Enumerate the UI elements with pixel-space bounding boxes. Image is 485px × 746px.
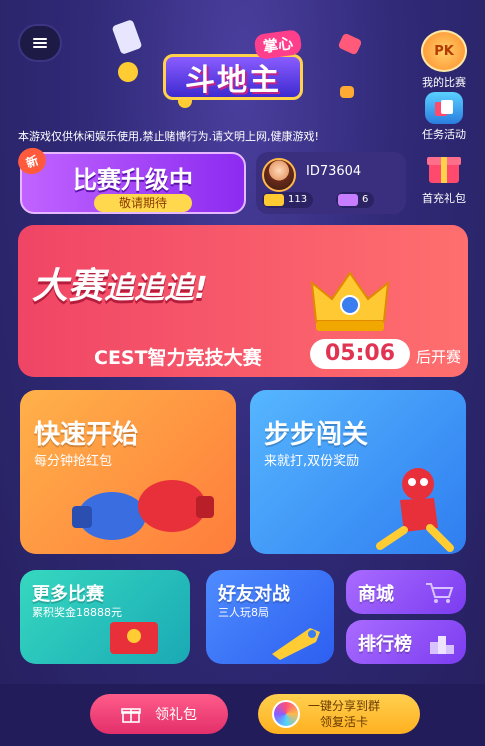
rocket-icon	[272, 628, 320, 660]
share-button[interactable]: 一键分享到群 领复活卡	[258, 694, 420, 734]
avatar	[262, 158, 296, 192]
quick-start-card[interactable]: 快速开始 每分钟抢红包	[20, 390, 236, 554]
countdown-timer: 05:06	[310, 339, 410, 369]
red-envelope-icon	[110, 622, 158, 654]
game-lobby: 斗地主 掌心 PK 我的比赛 任务活动 首充礼包 本游戏仅供休闲娱乐使用,禁止赌…	[0, 0, 485, 746]
more-matches-title: 更多比赛	[32, 584, 104, 605]
friend-battle-subtitle: 三人玩8局	[218, 606, 269, 619]
ticket-icon	[338, 194, 358, 206]
my-matches-button[interactable]: PK 我的比赛	[416, 30, 472, 90]
cart-icon	[426, 583, 454, 603]
pk-icon-text: PK	[434, 43, 454, 59]
shop-title: 商城	[358, 584, 394, 605]
pk-icon: PK	[421, 30, 467, 72]
my-matches-label: 我的比赛	[422, 76, 466, 89]
banner-title-suffix: 追追追!	[104, 271, 208, 306]
upgrade-title: 比赛升级中	[73, 166, 193, 194]
gold-value: 113	[288, 194, 308, 205]
health-notice: 本游戏仅供休闲娱乐使用,禁止赌博行为.请文明上网,健康游戏!	[18, 130, 319, 143]
logo-title: 斗地主	[163, 54, 303, 100]
coin-decoration	[118, 62, 138, 82]
hamburger-icon	[33, 36, 47, 50]
friend-battle-card[interactable]: 好友对战 三人玩8局	[206, 570, 334, 664]
player-id: ID73604	[306, 164, 362, 179]
tournament-banner[interactable]: 大赛追追追! CEST智力竞技大赛 05:06 后开赛	[18, 225, 468, 377]
friend-battle-title: 好友对战	[218, 584, 290, 605]
step-challenge-subtitle: 来就打,双份奖励	[264, 454, 360, 469]
gift-icon	[121, 708, 141, 723]
ticket-stat: 6	[336, 192, 375, 208]
claim-gift-button[interactable]: 领礼包	[90, 694, 228, 734]
quick-start-subtitle: 每分钟抢红包	[34, 454, 113, 469]
ticket-value: 6	[362, 194, 369, 205]
countdown-suffix: 后开赛	[416, 348, 462, 366]
camera-aperture-icon	[272, 700, 300, 728]
banner-title: 大赛追追追!	[32, 257, 208, 309]
runner-character-icon	[376, 468, 454, 552]
shop-card[interactable]: 商城	[346, 570, 466, 614]
boxing-gloves-icon	[72, 480, 214, 540]
gold-icon	[264, 194, 284, 206]
match-upgrade-card[interactable]: 新 比赛升级中 敬请期待	[14, 143, 246, 214]
ranking-card[interactable]: 排行榜	[346, 620, 466, 664]
game-logo: 斗地主 掌心	[155, 24, 315, 110]
more-matches-card[interactable]: 更多比赛 累积奖金18888元	[20, 570, 190, 664]
banner-title-prefix: 大赛	[32, 266, 105, 307]
crown-icon	[310, 271, 390, 331]
share-line-2: 领复活卡	[320, 715, 369, 729]
event-name: CEST智力竞技大赛	[94, 347, 262, 369]
card-decoration	[340, 86, 354, 98]
podium-icon	[430, 636, 454, 654]
card-decoration	[337, 32, 363, 56]
share-line-1: 一键分享到群	[308, 699, 381, 713]
quick-start-title: 快速开始	[34, 420, 139, 450]
task-icon	[425, 92, 463, 124]
step-challenge-title: 步步闯关	[264, 420, 369, 450]
menu-button[interactable]	[18, 24, 62, 62]
first-recharge-label: 首充礼包	[422, 192, 466, 205]
claim-gift-label: 领礼包	[155, 707, 197, 723]
share-label: 一键分享到群 领复活卡	[308, 698, 380, 730]
gift-box-icon	[421, 146, 467, 188]
card-decoration	[111, 19, 143, 55]
step-challenge-card[interactable]: 步步闯关 来就打,双份奖励	[250, 390, 466, 554]
upgrade-subtitle: 敬请期待	[94, 194, 192, 212]
gold-stat: 113	[262, 192, 314, 208]
player-profile[interactable]: ID73604 113 6	[256, 152, 406, 214]
first-recharge-button[interactable]: 首充礼包	[416, 146, 472, 206]
ranking-title: 排行榜	[358, 634, 412, 655]
